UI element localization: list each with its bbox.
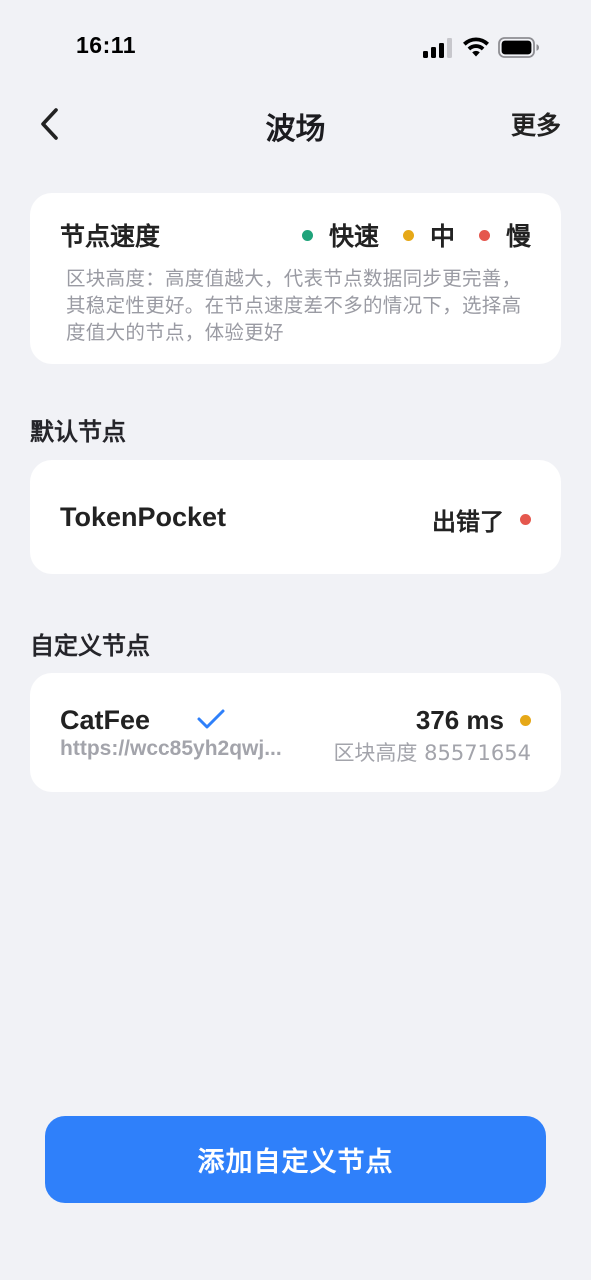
default-node-status-text: 出错了 [432, 508, 504, 536]
page-title: 波场 [265, 112, 326, 147]
status-time: 16:11 [76, 32, 137, 58]
legend-item-medium: 中 [402, 217, 455, 253]
status-bar: 16:11 [0, 0, 591, 92]
legend-label-medium: 中 [429, 222, 455, 251]
signal-icon [423, 38, 452, 58]
custom-node-block-height: 区块高度 85571654 [333, 741, 531, 765]
default-node-status: 出错了 [432, 502, 531, 537]
custom-node-name: CatFee [60, 705, 151, 735]
legend-label-slow: 慢 [505, 222, 531, 251]
custom-node-section-title: 自定义节点 [30, 632, 150, 660]
default-node-name: TokenPocket [60, 502, 227, 532]
node-speed-title: 节点速度 [60, 222, 161, 251]
node-speed-card: 节点速度 快速 中 慢 区块高度：高度值越大，代表节点数据同步更完善，其稳定性更… [30, 193, 561, 364]
battery-icon [498, 37, 539, 58]
custom-node-latency: 376 ms [416, 705, 531, 736]
wifi-icon [463, 37, 489, 57]
medium-speed-dot-icon [520, 715, 531, 726]
node-settings-screen: 16:11 波场 更多 节点速度 快速 中 慢 区块高度：高度值越大，代表节点数… [0, 0, 591, 1280]
more-button[interactable]: 更多 [511, 106, 561, 142]
medium-dot-icon [402, 229, 414, 241]
legend-item-fast: 快速 [301, 217, 379, 253]
add-custom-node-button[interactable]: 添加自定义节点 [45, 1116, 546, 1203]
default-node-row[interactable]: TokenPocket 出错了 [30, 460, 561, 574]
checkmark-icon [197, 709, 225, 729]
custom-node-row[interactable]: CatFee 376 ms https://wcc85yh2qwj... 区块高… [30, 673, 561, 792]
speed-legend: 快速 中 慢 [278, 217, 531, 253]
error-dot-icon [520, 514, 531, 525]
slow-dot-icon [478, 229, 490, 241]
custom-node-url: https://wcc85yh2qwj... [60, 737, 282, 760]
legend-item-slow: 慢 [478, 217, 531, 253]
default-node-section-title: 默认节点 [30, 418, 126, 446]
latency-text: 376 ms [415, 705, 504, 735]
legend-label-fast: 快速 [328, 222, 379, 251]
nav-bar: 波场 更多 [0, 92, 591, 156]
block-height-description: 区块高度：高度值越大，代表节点数据同步更完善，其稳定性更好。在节点速度差不多的情… [66, 267, 522, 344]
fast-dot-icon [301, 229, 313, 241]
